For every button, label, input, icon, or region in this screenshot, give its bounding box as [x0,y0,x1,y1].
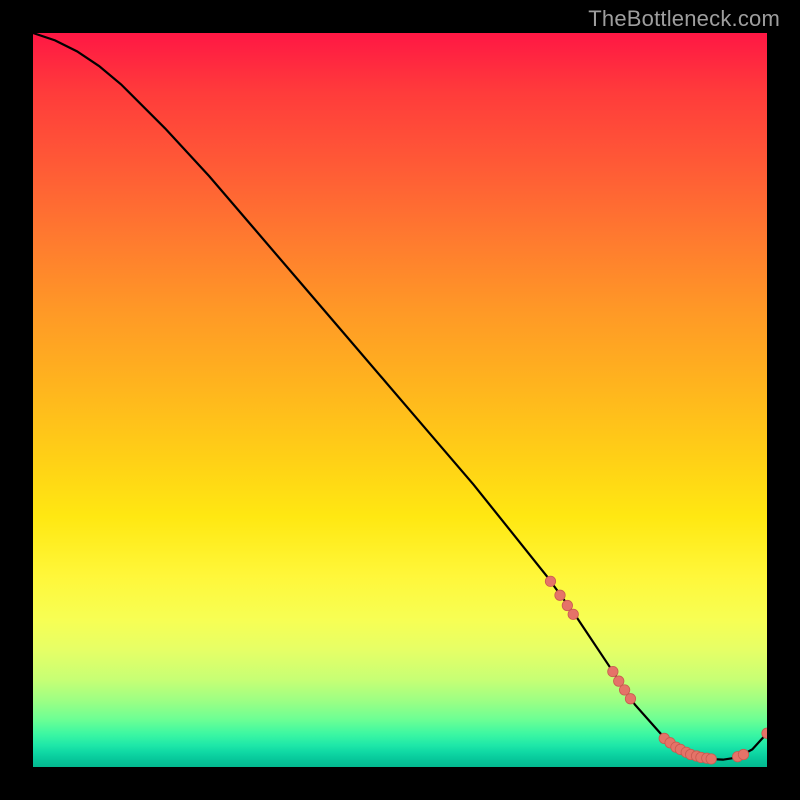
data-marker [706,754,716,764]
data-marker [555,590,565,600]
data-marker [562,600,572,610]
watermark-text: TheBottleneck.com [588,6,780,32]
data-marker [545,576,555,586]
data-marker [625,694,635,704]
data-marker [608,666,618,676]
data-marker [738,749,748,759]
plot-area [33,33,767,767]
data-marker [614,676,624,686]
data-marker [568,609,578,619]
data-markers [545,576,767,764]
chart-stage: TheBottleneck.com [0,0,800,800]
bottleneck-curve [33,33,767,760]
chart-svg [33,33,767,767]
data-marker [619,685,629,695]
